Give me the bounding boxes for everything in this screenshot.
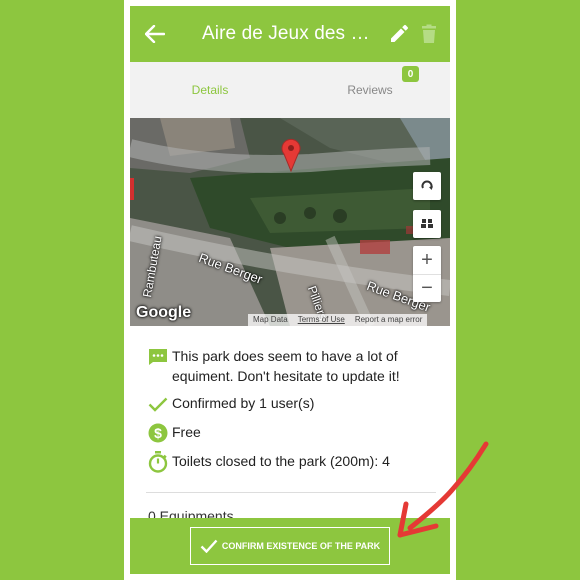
app-screen: Aire de Jeux des Moy… Details Reviews 0 (130, 0, 450, 580)
page-title: Aire de Jeux des Moy… (202, 23, 384, 44)
zoom-in-button[interactable]: + (413, 246, 441, 274)
price-row: $ Free (148, 422, 438, 444)
map-edge-marker (130, 178, 134, 200)
toilets-row: Toilets closed to the park (200m): 4 (148, 451, 438, 473)
tab-details[interactable]: Details (130, 62, 290, 118)
park-price: Free (172, 424, 201, 440)
bottom-action-bar: CONFIRM EXISTENCE OF THE PARK (130, 518, 450, 574)
tilt-icon (421, 219, 433, 228)
phone-frame: Aire de Jeux des Moy… Details Reviews 0 (124, 0, 456, 580)
pencil-icon (391, 24, 409, 42)
toilets-info: Toilets closed to the park (200m): 4 (172, 453, 390, 469)
map-tilt-button[interactable] (413, 210, 441, 238)
map-rotate-button[interactable] (413, 172, 441, 200)
map-data-link[interactable]: Map Data (248, 314, 293, 326)
tab-bar: Details Reviews 0 (130, 62, 450, 118)
comment-icon (149, 349, 167, 365)
app-bar: Aire de Jeux des Moy… (130, 6, 450, 62)
map-attribution: Map Data Terms of Use Report a map error (248, 314, 428, 326)
park-info: This park does seem to have a lot of equ… (148, 346, 438, 480)
arrow-left-icon (145, 25, 165, 43)
check-icon (200, 539, 218, 553)
trash-icon (422, 24, 436, 43)
confirm-existence-label: CONFIRM EXISTENCE OF THE PARK (221, 541, 381, 551)
edit-button[interactable] (384, 6, 414, 62)
delete-button[interactable] (414, 6, 444, 62)
location-pin-icon[interactable] (281, 138, 301, 172)
report-map-error-link[interactable]: Report a map error (350, 314, 428, 326)
rotate-icon (421, 180, 433, 190)
terms-of-use-link[interactable]: Terms of Use (293, 314, 350, 326)
reviews-count-badge: 0 (402, 66, 419, 82)
confirm-existence-button[interactable]: CONFIRM EXISTENCE OF THE PARK (190, 527, 390, 565)
map-view[interactable]: Rue Berger Rue Berger Pilliers Rambuteau… (130, 118, 450, 326)
section-divider (146, 492, 436, 493)
stopwatch-icon (148, 451, 168, 473)
zoom-out-button[interactable]: − (413, 274, 441, 302)
comment-row: This park does seem to have a lot of equ… (148, 346, 438, 386)
back-button[interactable] (130, 6, 180, 62)
tab-reviews[interactable]: Reviews (290, 62, 450, 118)
map-zoom-control: + − (413, 246, 441, 302)
google-logo: Google (136, 304, 192, 321)
park-comment: This park does seem to have a lot of equ… (172, 348, 400, 384)
check-icon (148, 397, 168, 412)
dollar-icon: $ (148, 423, 168, 443)
svg-text:$: $ (154, 425, 162, 441)
confirmed-row: Confirmed by 1 user(s) (148, 393, 438, 415)
confirmed-count: Confirmed by 1 user(s) (172, 395, 315, 411)
